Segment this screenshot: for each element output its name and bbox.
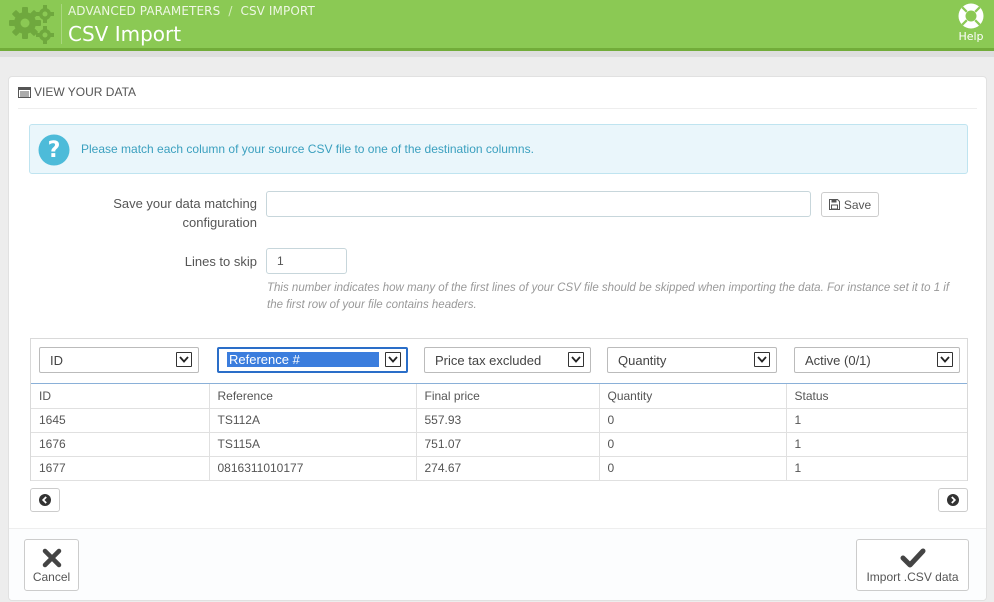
panel-footer	[9, 529, 986, 600]
table-header-cell: Final price	[416, 384, 600, 409]
column-select-4[interactable]: Quantity	[607, 347, 777, 373]
table-cell: 1	[786, 408, 967, 433]
info-alert: ? Please match each column of your sourc…	[29, 124, 968, 174]
table-cell: 274.67	[416, 456, 600, 481]
next-columns-button[interactable]	[938, 488, 968, 512]
import-csv-button[interactable]: Import .CSV data	[856, 539, 969, 591]
table-cell: 0816311010177	[209, 456, 417, 481]
breadcrumb-item-csv-import[interactable]: CSV IMPORT	[240, 4, 314, 18]
chevron-down-icon	[937, 352, 953, 367]
cancel-button[interactable]: Cancel	[24, 539, 79, 591]
table-header-row: ID Reference Final price Quantity Status	[31, 384, 967, 409]
lines-to-skip-input[interactable]: 1	[266, 248, 347, 274]
save-config-label: Save	[843, 197, 872, 212]
floppy-disk-icon	[828, 199, 840, 210]
column-select-5-value: Active (0/1)	[805, 353, 871, 368]
chevron-down-icon	[754, 352, 770, 367]
column-select-3[interactable]: Price tax excluded	[424, 347, 591, 373]
breadcrumb: ADVANCED PARAMETERS / CSV IMPORT	[68, 4, 315, 18]
view-data-panel: VIEW YOUR DATA ? Please match each colum…	[8, 76, 987, 601]
table-row: 1676 TS115A 751.07 0 1	[31, 432, 967, 457]
close-icon	[42, 548, 61, 568]
chevron-left-circle-icon	[39, 494, 51, 506]
panel-heading-text: VIEW YOUR DATA	[34, 85, 137, 99]
table-header-cell: Quantity	[599, 384, 787, 409]
chevron-right-circle-icon	[947, 494, 959, 506]
table-header-cell: ID	[31, 384, 210, 409]
panel-heading-divider	[18, 108, 977, 109]
help-label: Help	[958, 30, 984, 43]
save-config-button[interactable]: Save	[821, 192, 879, 217]
table-icon	[18, 87, 31, 98]
table-cell: 1	[786, 456, 967, 481]
panel-heading: VIEW YOUR DATA	[18, 85, 986, 109]
table-header-cell: Status	[786, 384, 967, 409]
column-select-1[interactable]: ID	[39, 347, 199, 373]
cancel-label: Cancel	[32, 570, 71, 584]
column-select-1-value: ID	[50, 353, 63, 368]
previous-columns-button[interactable]	[30, 488, 60, 512]
table-header-cell: Reference	[209, 384, 417, 409]
page-title: CSV Import	[68, 22, 182, 46]
gears-icon	[9, 5, 54, 44]
table-cell: TS115A	[209, 432, 417, 457]
table-cell: 0	[599, 456, 787, 481]
question-circle-icon: ?	[38, 134, 70, 166]
column-select-4-value: Quantity	[618, 353, 667, 368]
chevron-down-icon	[176, 352, 192, 367]
table-cell: 751.07	[416, 432, 600, 457]
svg-text:?: ?	[48, 138, 61, 163]
help-button[interactable]: Help	[952, 2, 990, 44]
breadcrumb-separator: /	[228, 4, 233, 18]
check-icon	[900, 548, 925, 568]
table-row: 1645 TS112A 557.93 0 1	[31, 408, 967, 433]
page-header: ADVANCED PARAMETERS / CSV IMPORT CSV Impor…	[0, 0, 994, 51]
lines-to-skip-help: This number indicates how many of the fi…	[267, 282, 950, 311]
config-name-input[interactable]	[266, 191, 811, 217]
lifebuoy-icon	[958, 3, 984, 29]
table-cell: 1676	[31, 432, 210, 457]
breadcrumb-item-advanced-parameters[interactable]: ADVANCED PARAMETERS	[68, 4, 220, 18]
info-alert-text: Please match each column of your source …	[81, 142, 534, 156]
header-divider	[61, 4, 62, 44]
column-select-3-value: Price tax excluded	[435, 353, 542, 368]
import-csv-label: Import .CSV data	[866, 570, 959, 584]
config-name-label: Save your data matching configuration	[113, 196, 257, 230]
table-cell: 557.93	[416, 408, 600, 433]
table-row: 1677 0816311010177 274.67 0 1	[31, 456, 967, 481]
table-cell: 0	[599, 408, 787, 433]
column-mapping-table: ID Reference # Price tax excluded Quanti…	[30, 338, 968, 481]
subheader-bar	[0, 51, 994, 57]
column-select-2[interactable]: Reference #	[217, 347, 408, 373]
column-select-2-value: Reference #	[226, 351, 380, 368]
table-cell: 1677	[31, 456, 210, 481]
chevron-down-icon	[385, 352, 401, 367]
column-select-5[interactable]: Active (0/1)	[794, 347, 960, 373]
table-cell: 1645	[31, 408, 210, 433]
table-cell: 1	[786, 432, 967, 457]
preview-table: ID Reference Final price Quantity Status…	[31, 384, 967, 481]
table-cell: TS112A	[209, 408, 417, 433]
table-cell: 0	[599, 432, 787, 457]
chevron-down-icon	[568, 352, 584, 367]
column-select-row: ID Reference # Price tax excluded Quanti…	[31, 339, 967, 383]
lines-to-skip-label: Lines to skip	[184, 254, 257, 269]
